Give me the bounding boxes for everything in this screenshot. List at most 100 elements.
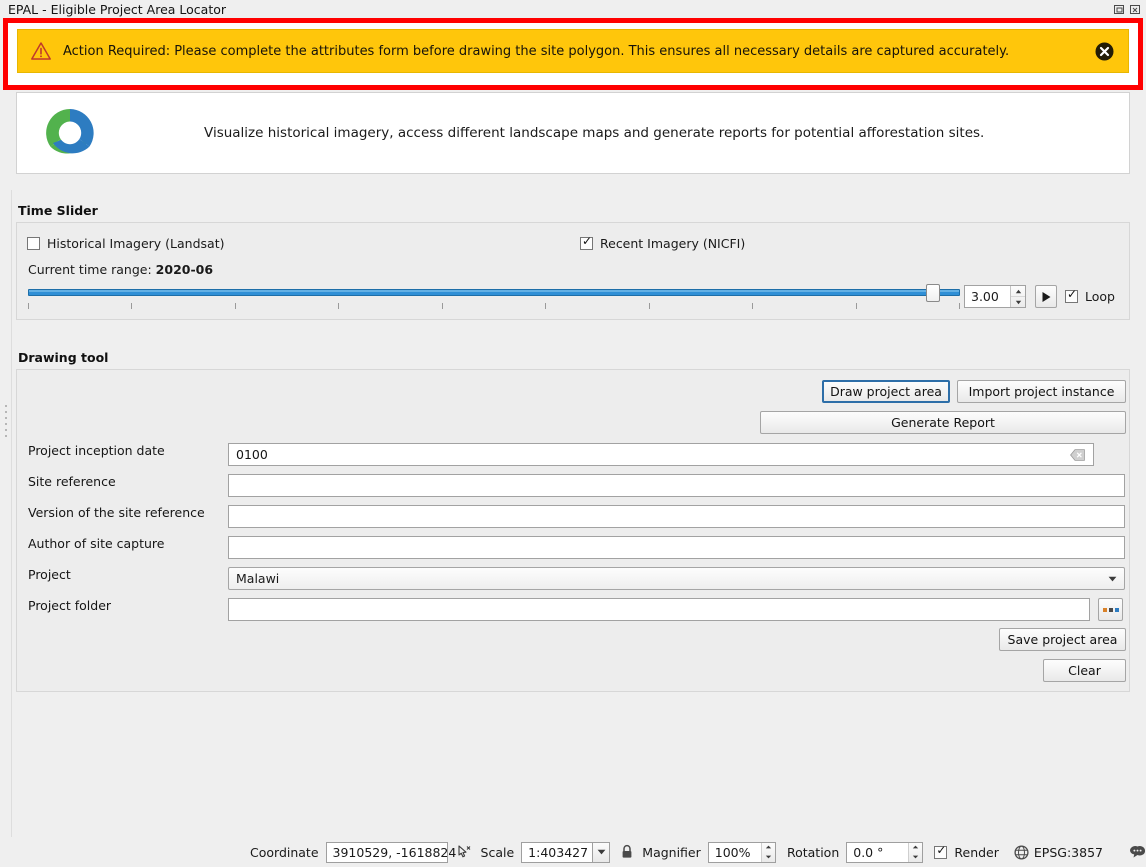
- checkbox-box: [580, 235, 593, 250]
- rotation-label: Rotation: [786, 844, 840, 860]
- project-folder-input[interactable]: [228, 598, 1090, 621]
- close-circle-icon[interactable]: [1095, 42, 1114, 61]
- field-row-author-of-site-capture: Author of site capture: [0, 536, 1146, 560]
- spinner-up-icon[interactable]: [1011, 286, 1025, 297]
- spinner-down-icon[interactable]: [1011, 297, 1025, 307]
- rotation-spinbox[interactable]: 0.0 °: [846, 841, 924, 863]
- label-version-of-site-reference: Version of the site reference: [28, 505, 205, 520]
- browse-folder-button[interactable]: [1098, 598, 1123, 621]
- magnifier-label: Magnifier: [642, 844, 701, 860]
- time-slider-ticks: [28, 303, 960, 310]
- save-project-area-button[interactable]: Save project area: [999, 628, 1126, 651]
- time-slider-tick: [338, 303, 339, 309]
- close-icon[interactable]: [1129, 3, 1142, 16]
- title-bar: EPAL - Eligible Project Area Locator: [0, 0, 1146, 20]
- field-row-site-reference: Site reference: [0, 474, 1146, 498]
- current-time-range-prefix: Current time range:: [28, 262, 156, 277]
- warning-banner-message: Action Required: Please complete the att…: [63, 43, 1010, 59]
- epal-ring-logo: [39, 102, 101, 164]
- spinner-down-icon[interactable]: [762, 852, 775, 862]
- time-slider-tick: [28, 303, 29, 309]
- spinner-arrows[interactable]: [760, 842, 775, 862]
- time-slider-control[interactable]: [28, 284, 960, 310]
- scale-dropdown-icon[interactable]: [593, 841, 611, 863]
- label-site-reference: Site reference: [28, 474, 116, 489]
- header-card: Visualize historical imagery, access dif…: [16, 92, 1130, 174]
- app-tagline: Visualize historical imagery, access dif…: [204, 125, 985, 141]
- spinner-down-icon[interactable]: [909, 852, 922, 862]
- play-button[interactable]: [1035, 285, 1057, 308]
- magnifier-spinbox[interactable]: 100%: [707, 841, 776, 863]
- clear-button[interactable]: Clear: [1043, 659, 1126, 682]
- spinner-arrows[interactable]: [908, 842, 923, 862]
- rotation-value: 0.0 °: [853, 844, 884, 860]
- author-of-site-capture-input[interactable]: [228, 536, 1125, 559]
- historical-imagery-checkbox[interactable]: Historical Imagery (Landsat): [27, 236, 225, 251]
- checkbox-box: [1065, 288, 1078, 303]
- spinner-up-icon[interactable]: [909, 843, 922, 853]
- loop-label: Loop: [1085, 289, 1115, 304]
- label-project-inception-date: Project inception date: [28, 443, 165, 458]
- globe-icon[interactable]: [1014, 844, 1029, 860]
- project-combobox[interactable]: Malawi: [228, 567, 1125, 590]
- cursor-capture-icon[interactable]: [456, 844, 472, 860]
- coordinate-input[interactable]: 3910529, -1618824: [325, 841, 456, 863]
- time-slider-tick: [545, 303, 546, 309]
- window-title: EPAL - Eligible Project Area Locator: [8, 2, 227, 17]
- field-row-project-inception-date: Project inception date 0100: [0, 443, 1146, 467]
- time-slider-section-title: Time Slider: [18, 203, 98, 218]
- checkbox-box: [934, 844, 948, 859]
- version-of-site-reference-input[interactable]: [228, 505, 1125, 528]
- panel-splitter-handle[interactable]: [2, 405, 11, 445]
- title-bar-buttons: [1113, 3, 1142, 16]
- animation-speed-value: 3.00: [971, 289, 999, 304]
- coordinate-label: Coordinate: [250, 844, 319, 860]
- project-combobox-value: Malawi: [236, 571, 280, 586]
- ellipsis-icon: [1102, 607, 1119, 612]
- loop-checkbox[interactable]: Loop: [1065, 288, 1115, 304]
- magnifier-value: 100%: [714, 844, 751, 860]
- field-row-project: Project Malawi: [0, 567, 1146, 591]
- label-project-folder: Project folder: [28, 598, 112, 613]
- recent-imagery-label: Recent Imagery (NICFI): [600, 236, 746, 251]
- checkbox-box: [27, 237, 40, 250]
- render-label: Render: [954, 844, 999, 860]
- draw-project-area-button[interactable]: Draw project area: [822, 380, 950, 403]
- time-slider-tick: [959, 303, 960, 309]
- message-bubble-icon[interactable]: [1129, 845, 1146, 860]
- project-inception-date-value: 0100: [236, 447, 268, 462]
- field-row-version-of-site-reference: Version of the site reference: [0, 505, 1146, 529]
- import-project-instance-button[interactable]: Import project instance: [957, 380, 1126, 403]
- clear-field-icon[interactable]: [1070, 448, 1085, 461]
- recent-imagery-checkbox[interactable]: Recent Imagery (NICFI): [580, 235, 746, 251]
- render-checkbox[interactable]: Render: [934, 844, 999, 860]
- time-slider-track[interactable]: [28, 289, 960, 296]
- warning-banner: Action Required: Please complete the att…: [17, 29, 1129, 73]
- field-row-project-folder: Project folder: [0, 598, 1146, 622]
- label-project: Project: [28, 567, 71, 582]
- restore-icon[interactable]: [1113, 3, 1126, 16]
- current-time-range-value: 2020-06: [155, 262, 214, 277]
- time-slider-handle[interactable]: [926, 284, 940, 302]
- animation-speed-spinbox[interactable]: 3.00: [964, 285, 1026, 308]
- generate-report-button[interactable]: Generate Report: [760, 411, 1126, 434]
- current-time-range: Current time range: 2020-06: [28, 262, 213, 277]
- time-slider-tick: [442, 303, 443, 309]
- spinner-up-icon[interactable]: [762, 843, 775, 853]
- time-slider-tick: [131, 303, 132, 309]
- chevron-down-icon: [1108, 576, 1117, 582]
- crs-label[interactable]: EPSG:3857: [1034, 845, 1103, 860]
- status-bar: Coordinate 3910529, -1618824 Scale 1:403…: [0, 837, 1146, 867]
- play-icon: [1041, 291, 1052, 303]
- epal-plugin-window: EPAL - Eligible Project Area Locator Act…: [0, 0, 1146, 867]
- time-slider-tick: [856, 303, 857, 309]
- label-author-of-site-capture: Author of site capture: [28, 536, 165, 551]
- lock-icon[interactable]: [620, 844, 634, 860]
- historical-imagery-label: Historical Imagery (Landsat): [47, 236, 225, 251]
- project-inception-date-input[interactable]: 0100: [228, 443, 1094, 466]
- scale-input[interactable]: 1:403427: [521, 841, 594, 863]
- scale-label: Scale: [480, 844, 515, 860]
- site-reference-input[interactable]: [228, 474, 1125, 497]
- spinner-arrows[interactable]: [1010, 286, 1025, 307]
- time-slider-tick: [235, 303, 236, 309]
